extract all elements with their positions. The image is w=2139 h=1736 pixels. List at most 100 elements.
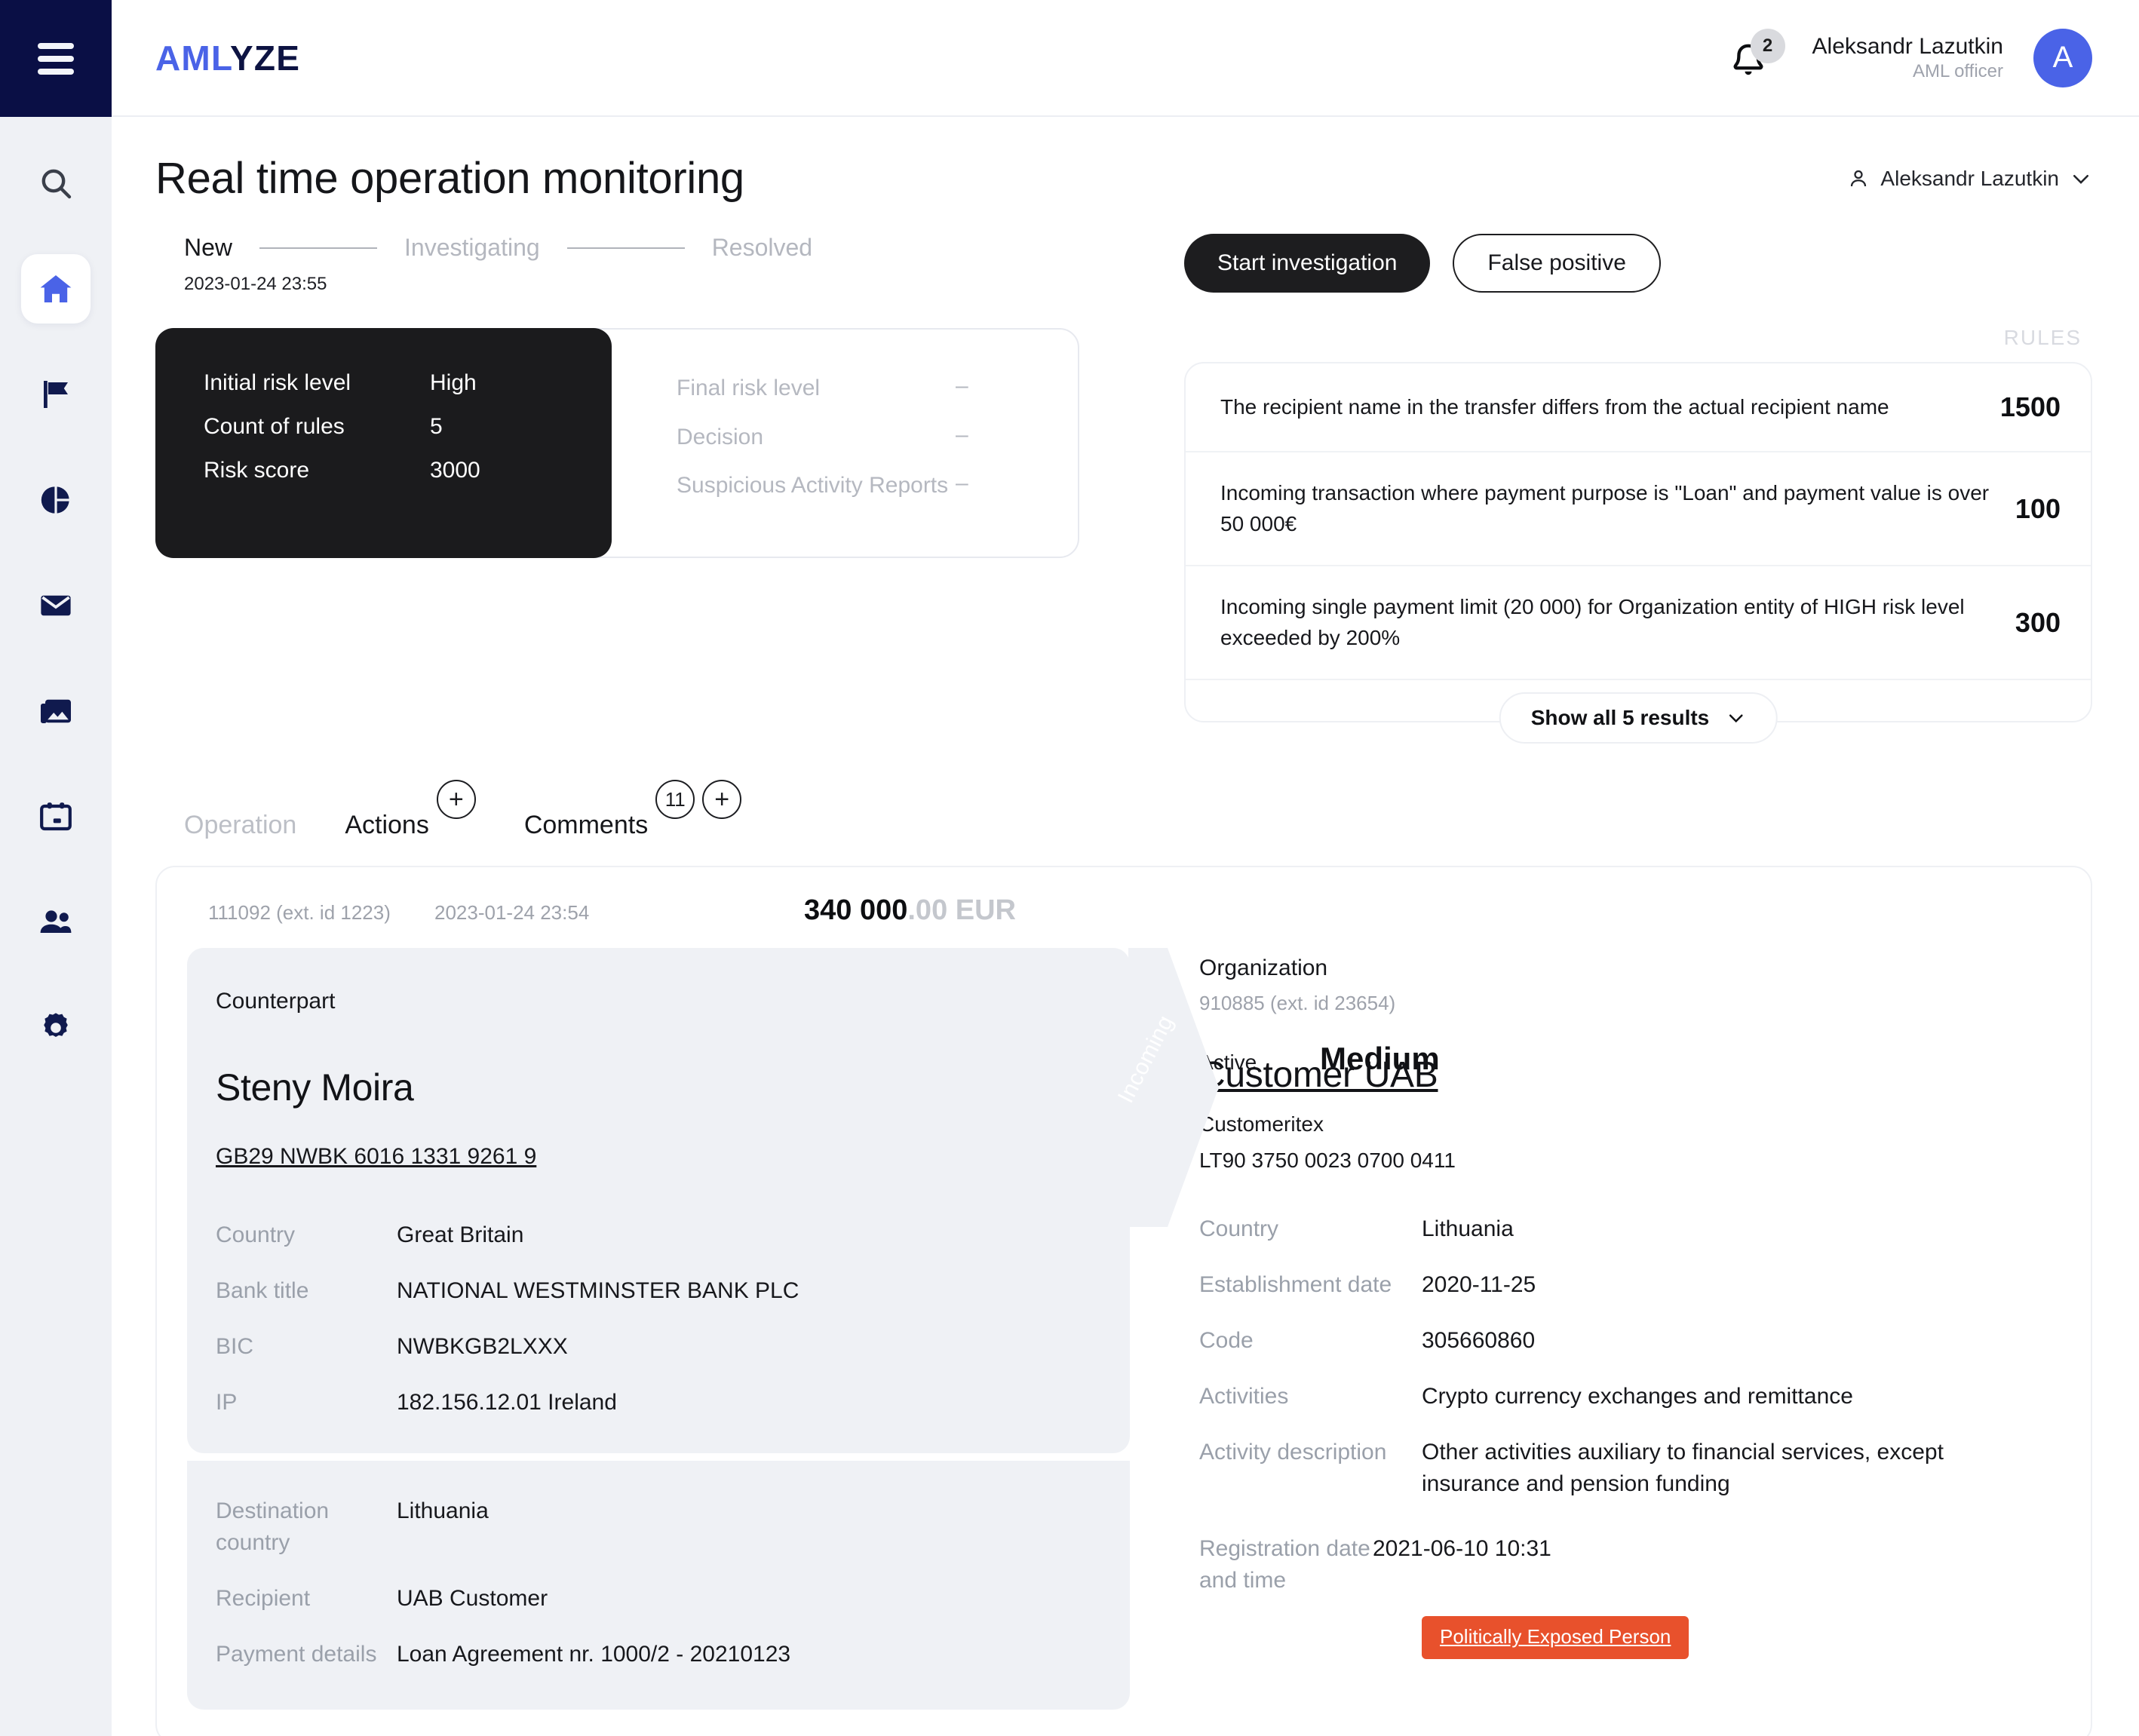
field-value: Great Britain (397, 1222, 524, 1248)
operation-meta: 111092 (ext. id 1223) 2023-01-24 23:54 3… (187, 894, 2061, 948)
field-value: Lithuania (397, 1498, 489, 1524)
field-key: Code (1199, 1328, 1254, 1354)
pie-chart-icon (41, 486, 69, 514)
add-comment-button[interactable]: + (702, 780, 742, 820)
field-value: UAB Customer (397, 1586, 548, 1612)
add-action-button[interactable]: + (436, 780, 476, 820)
home-icon (40, 275, 72, 302)
left-column: New Investigating Resolved 2023-01-24 23… (155, 234, 1128, 722)
detail-tabs: Operation Actions + Comments 11 + (184, 780, 2092, 840)
start-investigation-button[interactable]: Start investigation (1184, 234, 1431, 293)
right-column: Start investigation False positive RULES… (1128, 234, 2092, 744)
field-value: Loan Agreement nr. 1000/2 - 20210123 (397, 1642, 791, 1667)
sidebar-item-search[interactable] (21, 149, 91, 218)
tab-actions[interactable]: Actions (345, 811, 429, 840)
organization-fields: Country Lithuania Establishment date 202… (1199, 1213, 2061, 1596)
operation-body: Counterpart Steny Moira GB29 NWBK 6016 1… (187, 948, 2061, 1710)
operation-amount: 340 000.00 EUR (804, 894, 1016, 927)
risk-sar-value: – (956, 471, 968, 495)
risk-final-panel: Final risk level – Decision – Suspicious… (612, 330, 1078, 557)
organization-alias: Customeritex (1199, 1112, 1324, 1136)
sidebar-item-reports[interactable] (21, 465, 91, 535)
person-icon (1851, 170, 1867, 186)
sidebar-item-calendar[interactable] (21, 782, 91, 851)
notifications-button[interactable]: 2 (1726, 28, 1785, 86)
assignee-selector[interactable]: Aleksandr Lazutkin (1847, 167, 2092, 191)
logo-part-secondary: YZE (230, 38, 301, 78)
field-value: Other activities auxiliary to financial … (1422, 1440, 1944, 1497)
false-positive-button[interactable]: False positive (1453, 234, 1661, 293)
pep-badge[interactable]: Politically Exposed Person (1422, 1616, 1689, 1660)
organization-panel: Organization 910885 (ext. id 23654) Acti… (1130, 948, 2061, 1710)
hamburger-bar (38, 55, 74, 62)
status-connector (566, 247, 685, 249)
risk-count-label: Count of rules (204, 414, 345, 439)
risk-final-label: Final risk level (677, 376, 821, 400)
tab-comments[interactable]: Comments (524, 811, 648, 840)
field-value: 182.156.12.01 Ireland (397, 1390, 617, 1415)
sidebar-item-messages[interactable] (21, 571, 91, 640)
sidebar-item-media[interactable] (21, 676, 91, 746)
assignee-name: Aleksandr Lazutkin (1880, 166, 2059, 190)
risk-score-label: Risk score (204, 458, 310, 483)
sidebar-item-home[interactable] (21, 254, 91, 324)
topbar: AMLYZE 2 Aleksandr Lazutkin AML officer … (112, 0, 2139, 117)
operation-card: 111092 (ext. id 1223) 2023-01-24 23:54 3… (155, 866, 2092, 1736)
hamburger-bar (38, 42, 74, 49)
field-key: Activities (1199, 1384, 1289, 1409)
show-all-results-button[interactable]: Show all 5 results (1499, 692, 1778, 744)
risk-initial-label: Initial risk level (204, 370, 351, 395)
operation-id: 111092 (ext. id 1223) (208, 901, 391, 925)
columns: New Investigating Resolved 2023-01-24 23… (155, 234, 2092, 744)
calendar-icon (40, 802, 72, 831)
rule-score: 300 (2015, 606, 2061, 638)
counterpart-box: Counterpart Steny Moira GB29 NWBK 6016 1… (187, 948, 1219, 1454)
field-value: Crypto currency exchanges and remittance (1422, 1384, 1853, 1409)
chevron-down-icon (1729, 714, 1743, 723)
user-meta[interactable]: Aleksandr Lazutkin AML officer (1812, 32, 2003, 84)
field-key: Establishment date (1199, 1272, 1392, 1298)
risk-row-sar: Suspicious Activity Reports – (677, 471, 1078, 501)
counterpart-panel: Counterpart Steny Moira GB29 NWBK 6016 1… (187, 948, 1219, 1710)
counterpart-divider (187, 1453, 1130, 1461)
flag-icon (44, 381, 68, 408)
field-row: Country Great Britain (216, 1219, 1100, 1251)
counterpart-iban[interactable]: GB29 NWBK 6016 1331 9261 9 (216, 1144, 536, 1170)
risk-row-initial: Initial risk level High (204, 370, 562, 396)
hamburger-menu-button[interactable] (38, 42, 74, 75)
amount-major: 340 000 (804, 894, 908, 927)
counterpart-heading: Counterpart (216, 989, 336, 1014)
page-content: Real time operation monitoring Aleksandr… (112, 117, 2139, 1736)
risk-row-decision: Decision – (677, 422, 1078, 453)
status-step-investigating[interactable]: Investigating (404, 234, 540, 262)
tab-operation[interactable]: Operation (184, 811, 296, 840)
organization-iban: LT90 3750 0023 0700 0411 (1199, 1149, 1456, 1173)
sidebar-item-flags[interactable] (21, 360, 91, 429)
main-area: AMLYZE 2 Aleksandr Lazutkin AML officer … (112, 0, 2139, 1736)
app-logo[interactable]: AMLYZE (155, 38, 300, 78)
rule-text: Incoming single payment limit (20 000) f… (1220, 595, 1965, 649)
status-step-new[interactable]: New (184, 234, 232, 262)
risk-count-value: 5 (430, 414, 443, 439)
field-row: Activities Crypto currency exchanges and… (1199, 1381, 2061, 1412)
user-name: Aleksandr Lazutkin (1812, 33, 2003, 59)
field-row: Registration date and time 2021-06-10 10… (1199, 1533, 2061, 1596)
rule-text: Incoming transaction where payment purpo… (1220, 481, 1990, 535)
organization-heading: Organization (1199, 955, 1328, 981)
rule-row[interactable]: The recipient name in the transfer diffe… (1186, 363, 2091, 452)
organization-name[interactable]: Customer UAB (1199, 1054, 1438, 1096)
avatar[interactable]: A (2033, 28, 2092, 87)
rule-row[interactable]: Incoming single payment limit (20 000) f… (1186, 566, 2091, 681)
field-key: Payment details (216, 1642, 377, 1667)
user-role: AML officer (1912, 61, 2003, 82)
rule-row[interactable]: Incoming transaction where payment purpo… (1186, 452, 2091, 567)
rules-card: The recipient name in the transfer diffe… (1184, 362, 2092, 744)
risk-row-count: Count of rules 5 (204, 414, 562, 440)
status-step-resolved[interactable]: Resolved (712, 234, 812, 262)
sidebar-nav (21, 117, 91, 1099)
sidebar-item-customers[interactable] (21, 888, 91, 957)
sidebar-item-settings[interactable] (21, 993, 91, 1063)
field-key: Activity description (1199, 1440, 1387, 1465)
field-key: Registration date and time (1199, 1536, 1370, 1593)
field-row: Recipient UAB Customer (216, 1583, 1100, 1615)
